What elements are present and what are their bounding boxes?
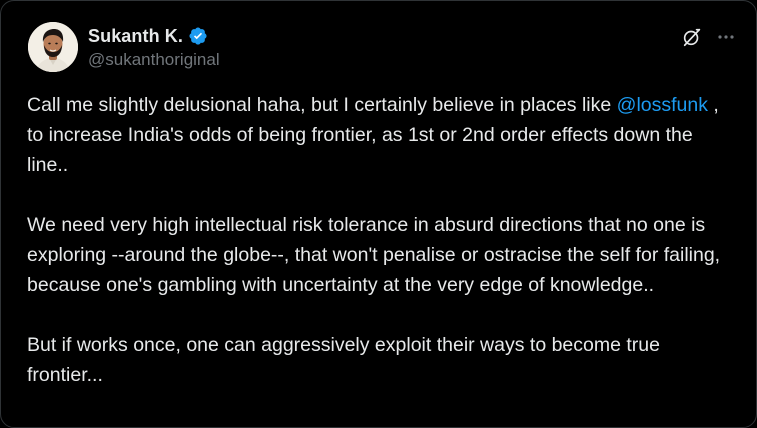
more-options-icon[interactable]: [714, 25, 738, 49]
author-handle[interactable]: @sukanthoriginal: [88, 50, 220, 70]
post-card: Sukanth K. @sukanthoriginal Call me slig…: [0, 0, 757, 428]
post-paragraph-3: But if works once, one can aggressively …: [27, 334, 666, 386]
post-text: Call me slightly delusional haha, but I …: [27, 90, 739, 420]
avatar[interactable]: [28, 22, 78, 72]
mention-link[interactable]: @lossfunk: [617, 94, 708, 116]
author-info: Sukanth K. @sukanthoriginal: [88, 24, 220, 70]
verified-badge-icon[interactable]: [188, 26, 208, 46]
post-text-segment: Call me slightly delusional haha, but I …: [27, 94, 617, 116]
name-row: Sukanth K.: [88, 24, 220, 48]
post-paragraph-1: Call me slightly delusional haha, but I …: [27, 90, 739, 180]
grok-icon[interactable]: [680, 25, 704, 49]
post-paragraph-2: We need very high intellectual risk tole…: [27, 214, 726, 296]
author-display-name[interactable]: Sukanth K.: [88, 26, 183, 47]
post-actions: [680, 25, 738, 49]
post-header: Sukanth K. @sukanthoriginal: [28, 22, 738, 74]
